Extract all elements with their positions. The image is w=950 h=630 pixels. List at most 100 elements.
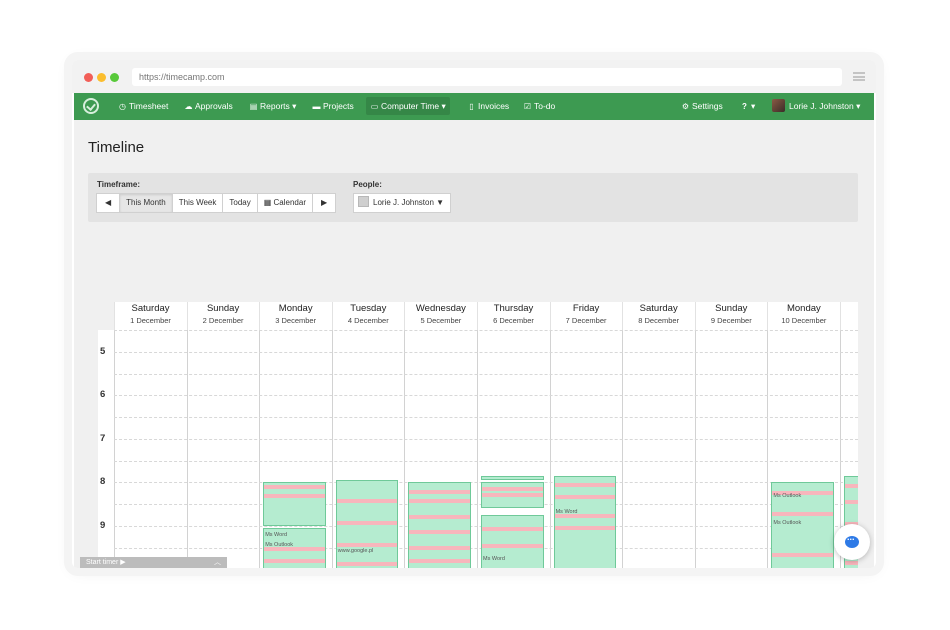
activity-stripe[interactable]: [554, 495, 616, 500]
calendar-icon: ▦: [263, 198, 272, 207]
day-date: 8 December: [638, 316, 680, 325]
activity-stripe[interactable]: [264, 558, 325, 563]
activity-block[interactable]: [481, 475, 544, 481]
day-header: Sunday 9 December: [694, 302, 767, 330]
activity-stripe[interactable]: [336, 543, 398, 548]
activity-stripe[interactable]: [409, 498, 470, 503]
day-column-divider: [622, 330, 624, 568]
day-date: 5 December: [420, 316, 462, 325]
hour-gridline: [114, 460, 858, 462]
activity-stripe[interactable]: [409, 530, 470, 535]
timeframe-label: Timeframe:: [97, 180, 140, 189]
day-date: 10 December: [781, 316, 827, 325]
nav-todo[interactable]: ☑ To-do: [519, 97, 559, 115]
nav-user-menu[interactable]: Lorie J. Johnston ▾: [768, 97, 864, 115]
nav-timesheet[interactable]: ◷ Timesheet: [114, 97, 172, 115]
day-date: 6 December: [493, 316, 534, 325]
activity-block[interactable]: Ms Word: [553, 475, 617, 568]
prev-period-button[interactable]: ◀: [96, 193, 121, 213]
maximize-window-icon[interactable]: [110, 73, 119, 82]
checkbox-icon: ☑: [523, 102, 532, 111]
activity-stripe[interactable]: [772, 553, 833, 558]
activity-stripe[interactable]: [409, 514, 470, 519]
activity-stripe[interactable]: [336, 521, 398, 526]
person-avatar-icon: [358, 196, 369, 207]
day-column-divider: [477, 330, 478, 568]
activity-block[interactable]: Ms Word Ms Outlook: [263, 527, 326, 568]
nav-computer-time-label: Computer Time ▾: [381, 101, 446, 111]
page-title: Timeline: [88, 139, 145, 156]
activity-stripe[interactable]: [845, 499, 858, 504]
activity-stripe[interactable]: [409, 545, 470, 550]
people-dropdown-value: Lorie J. Johnston ▼: [373, 198, 445, 207]
day-header: Wednesday 5 December: [404, 302, 476, 330]
day-name: Tuesday: [350, 303, 387, 314]
activity-block[interactable]: Ms Outlook Ms Outlook: [771, 482, 834, 568]
nav-settings[interactable]: ⚙ Settings: [677, 97, 727, 115]
nav-reports[interactable]: ▤ Reports ▾: [245, 97, 300, 115]
nav-help-caret: ▾: [751, 101, 756, 111]
people-dropdown[interactable]: Lorie J. Johnston ▼: [353, 193, 451, 213]
day-header: Saturday 1 December: [114, 302, 186, 330]
start-timer-bar[interactable]: Start timer ▶ ︿: [80, 557, 227, 568]
activity-block[interactable]: www.google.pl: [335, 480, 399, 568]
user-avatar: [772, 99, 785, 112]
activity-stripe[interactable]: [336, 498, 398, 503]
activity-stripe[interactable]: [482, 527, 543, 532]
calendar-button[interactable]: ▦ Calendar: [256, 193, 313, 213]
day-header: Saturday 8 December: [622, 302, 694, 330]
next-period-button[interactable]: ▶: [312, 193, 337, 213]
hour-label: 7: [100, 432, 106, 444]
start-timer-label: Start timer ▶: [86, 559, 126, 566]
nav-projects[interactable]: ▬ Projects: [308, 97, 358, 115]
activity-stripe[interactable]: [409, 489, 470, 494]
nav-invoices[interactable]: ▯ Invoices: [463, 97, 513, 115]
nav-approvals[interactable]: ☁ Approvals: [180, 97, 237, 115]
day-date: 1: [841, 304, 858, 313]
activity-stripe[interactable]: [482, 486, 543, 491]
activity-label: Ms Outlook: [265, 541, 294, 548]
calendar-label: Calendar: [273, 198, 306, 207]
day-header: 1: [840, 302, 858, 330]
activity-stripe[interactable]: [482, 544, 543, 549]
minimize-window-icon[interactable]: [97, 73, 106, 82]
activity-stripe[interactable]: [845, 484, 858, 489]
activity-block[interactable]: [263, 482, 326, 526]
collapse-caret-icon[interactable]: ︿: [214, 557, 221, 568]
timeframe-buttons: ◀ This Month This Week Today ▦ Calendar …: [96, 193, 337, 213]
hour-axis-line: [114, 330, 115, 568]
day-column-divider: [549, 330, 551, 568]
people-label: People:: [353, 180, 382, 189]
activity-stripe[interactable]: [482, 492, 543, 497]
today-button[interactable]: Today: [222, 193, 258, 213]
activity-stripe[interactable]: [554, 482, 616, 487]
hamburger-menu-icon[interactable]: [853, 72, 865, 81]
this-week-button[interactable]: This Week: [171, 193, 224, 213]
activity-label: www.google.pl: [337, 547, 374, 554]
day-column-divider: [186, 330, 188, 568]
help-icon: ?: [742, 102, 747, 111]
activity-label: Ms Word: [555, 508, 578, 515]
day-name: Wednesday: [415, 303, 466, 314]
chat-button[interactable]: [834, 524, 870, 560]
activity-stripe[interactable]: [845, 560, 858, 565]
activity-block[interactable]: Ms Word: [481, 514, 544, 568]
this-month-button[interactable]: This Month: [119, 193, 173, 213]
chat-bubble-icon: [845, 532, 859, 548]
close-window-icon[interactable]: [84, 73, 93, 82]
activity-stripe[interactable]: [554, 526, 616, 531]
activity-stripe[interactable]: [264, 485, 325, 490]
address-bar[interactable]: https://timecamp.com: [132, 68, 842, 86]
nav-todo-label: To-do: [534, 101, 556, 111]
hour-gridline: [114, 438, 858, 440]
activity-stripe[interactable]: [336, 562, 398, 567]
nav-help[interactable]: ? ▾: [736, 97, 759, 115]
timeline-background: [98, 330, 858, 568]
activity-block[interactable]: [408, 482, 471, 568]
nav-computer-time[interactable]: ▭ Computer Time ▾: [366, 97, 450, 115]
activity-stripe[interactable]: [409, 558, 470, 563]
timecamp-logo-icon[interactable]: [83, 98, 99, 114]
activity-stripe[interactable]: [264, 493, 325, 498]
activity-block[interactable]: [481, 482, 544, 509]
activity-stripe[interactable]: [772, 512, 833, 517]
